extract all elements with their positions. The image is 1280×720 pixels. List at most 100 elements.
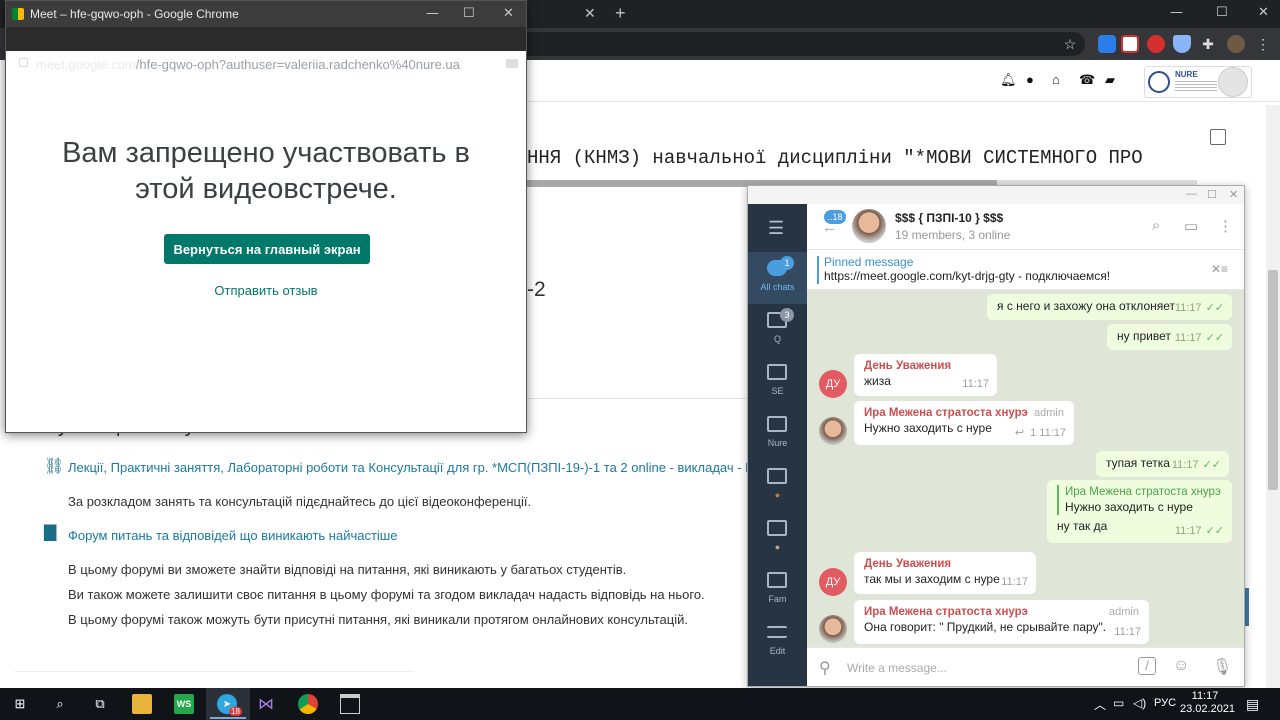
volume-icon[interactable]: ◁) [1133,696,1146,710]
windows-start-icon[interactable]: ⊞ [10,694,30,714]
minimize-button[interactable]: — [1186,188,1197,200]
home-icon[interactable]: ⌂ [1052,72,1060,87]
return-home-button[interactable]: Вернуться на главный экран [164,234,370,264]
folder-emoji[interactable]: ● [748,460,807,512]
send-feedback-link[interactable]: Отправить отзыв [6,283,526,298]
reply-quote[interactable]: Ира Межена стратоста хнурэ Нужно заходит… [1057,485,1222,515]
pinned-message-bar[interactable]: Pinned message https://meet.google.com/k… [807,250,1244,290]
meet-url-bar[interactable]: meet.google.com/hfe-gqwo-oph?authuser=va… [6,27,526,72]
folder-label: Fam [768,594,787,604]
paperclip-icon[interactable]: ⚲ [819,658,831,678]
comments-icon[interactable]: ▭ [1184,217,1198,235]
folder-label: All chats [760,282,795,292]
lectures-link[interactable]: Лекції, Практичні заняття, Лабораторні р… [68,460,748,475]
chat-avatar[interactable] [852,209,886,243]
message-incoming[interactable]: День Уважения так мы и заходим с нуре 11… [854,552,1036,594]
completion-checkbox[interactable] [1210,129,1226,145]
message-outgoing[interactable]: тупая тетка 11:17 ✓✓ [1096,451,1229,477]
unpin-icon[interactable]: ✕≡ [1211,262,1228,276]
shield-extension-icon[interactable] [1173,35,1191,53]
meet-url[interactable]: meet.google.com/hfe-gqwo-oph?authuser=va… [36,57,460,72]
message-outgoing-reply[interactable]: Ира Межена стратоста хнурэ Нужно заходит… [1047,480,1232,543]
maximize-button[interactable]: ☐ [1207,188,1217,201]
message-author[interactable]: День Уважения [864,557,1026,572]
folder-se[interactable]: SE [748,356,807,408]
sender-avatar[interactable] [819,615,847,643]
group-label: -2 [527,278,546,301]
notifications-icon[interactable]: ▤ [1246,696,1259,713]
system-clock[interactable]: 11:17 23.02.2021 [1180,690,1235,716]
folder-emoji[interactable]: ● [748,512,807,564]
more-options-icon[interactable]: ⋮ [1218,217,1233,235]
folder-icon [767,520,787,536]
extensions-puzzle-icon[interactable]: ✚ [1199,35,1217,53]
extension-icon[interactable] [1121,35,1139,53]
reply-icon[interactable]: ↩ [1015,427,1024,439]
tray-chevron-icon[interactable]: ︿ [1094,696,1106,713]
back-arrow-icon[interactable]: ← [822,219,837,236]
admin-badge: admin [1034,407,1064,419]
chat-bubble-icon[interactable]: ● [1026,72,1034,87]
visual-studio-icon[interactable]: ⋈ [256,694,276,714]
meet-window-title: Meet – hfe-gqwo-oph - Google Chrome [30,7,239,21]
maximize-button[interactable]: ☐ [463,6,475,21]
folder-all-chats[interactable]: 1 All chats [748,252,807,304]
message-author[interactable]: Ира Межена стратоста хнурэ [864,605,1139,620]
microphone-icon[interactable]: 🎙︎ [1212,657,1232,677]
message-incoming[interactable]: Ира Межена стратоста хнурэ admin Она гов… [854,600,1149,644]
book-icon[interactable]: ▰ [1105,72,1115,88]
search-icon[interactable]: ⌕ [1152,217,1160,234]
hamburger-menu-icon[interactable]: ☰ [768,218,784,239]
close-window-button[interactable]: ✕ [1258,5,1269,20]
message-outgoing[interactable]: я с него и захожу она отклоняет 11:17 ✓✓ [987,294,1232,320]
forum-link[interactable]: Форум питань та відповідей що виникають … [68,528,397,543]
message-incoming[interactable]: День Уважения жиза 11:17 [854,354,997,396]
address-bar[interactable] [520,32,1085,56]
minimize-button[interactable]: — [426,6,439,21]
message-list[interactable]: я с него и захожу она отклоняет 11:17 ✓✓ … [807,290,1244,647]
input-language[interactable]: РУС [1154,697,1176,709]
user-avatar[interactable] [1218,67,1248,97]
chat-members-status: 19 members, 3 online [895,228,1011,242]
minimize-button[interactable]: — [1170,5,1183,20]
emoji-icon[interactable]: ☺ [1173,657,1189,675]
search-icon[interactable]: ⌕ [50,694,70,714]
phone-icon[interactable]: ☎ [1079,72,1095,88]
folder-fam[interactable]: Fam [748,564,807,616]
chat-title[interactable]: $$$ { ПЗПІ-10 } $$$ [895,211,1003,225]
chrome-menu-icon[interactable]: ⋮ [1254,35,1272,53]
bot-commands-icon[interactable]: / [1138,657,1156,675]
reply-text: Нужно заходить с нуре [1065,500,1193,514]
message-author[interactable]: День Уважения [864,359,987,374]
new-tab-button[interactable]: + [615,3,626,24]
file-explorer-icon[interactable] [132,694,152,714]
folder-nure[interactable]: Nure [748,408,807,460]
folder-q[interactable]: 3 Q [748,304,807,356]
message-incoming[interactable]: Ира Межена стратоста хнурэ admin Нужно з… [854,401,1074,445]
message-outgoing[interactable]: ну привет 11:17 ✓✓ [1107,324,1232,350]
extension-icon[interactable] [1147,35,1165,53]
sender-avatar[interactable] [819,417,847,445]
folder-edit[interactable]: Edit [748,616,807,668]
close-window-button[interactable]: ✕ [503,6,514,21]
page-scrollbar-thumb[interactable] [1268,270,1278,490]
bell-icon[interactable]: 🔔︎ [1000,72,1017,88]
time-text: 11:17 [1039,427,1066,439]
maximize-button[interactable]: ☐ [1216,5,1228,20]
sender-avatar[interactable]: ДУ [819,568,847,596]
message-time: 11:17 ✓✓ [1172,458,1221,473]
chrome-app-icon[interactable] [298,694,318,714]
folder-icon [767,364,787,380]
tab-close-icon[interactable]: ✕ [584,5,596,22]
profile-avatar-icon[interactable] [1227,35,1245,53]
webstorm-icon[interactable]: WS [174,694,194,714]
task-view-icon[interactable]: ⧉ [90,694,110,714]
camera-icon[interactable] [506,59,518,68]
extension-icon[interactable] [1098,35,1116,53]
terminal-icon[interactable] [340,694,360,714]
battery-icon[interactable]: ▭ [1113,696,1124,710]
bookmark-star-icon[interactable]: ☆ [1061,35,1079,53]
close-window-button[interactable]: ✕ [1229,188,1238,201]
sender-avatar[interactable]: ДУ [819,370,847,398]
message-input[interactable] [847,658,1127,678]
